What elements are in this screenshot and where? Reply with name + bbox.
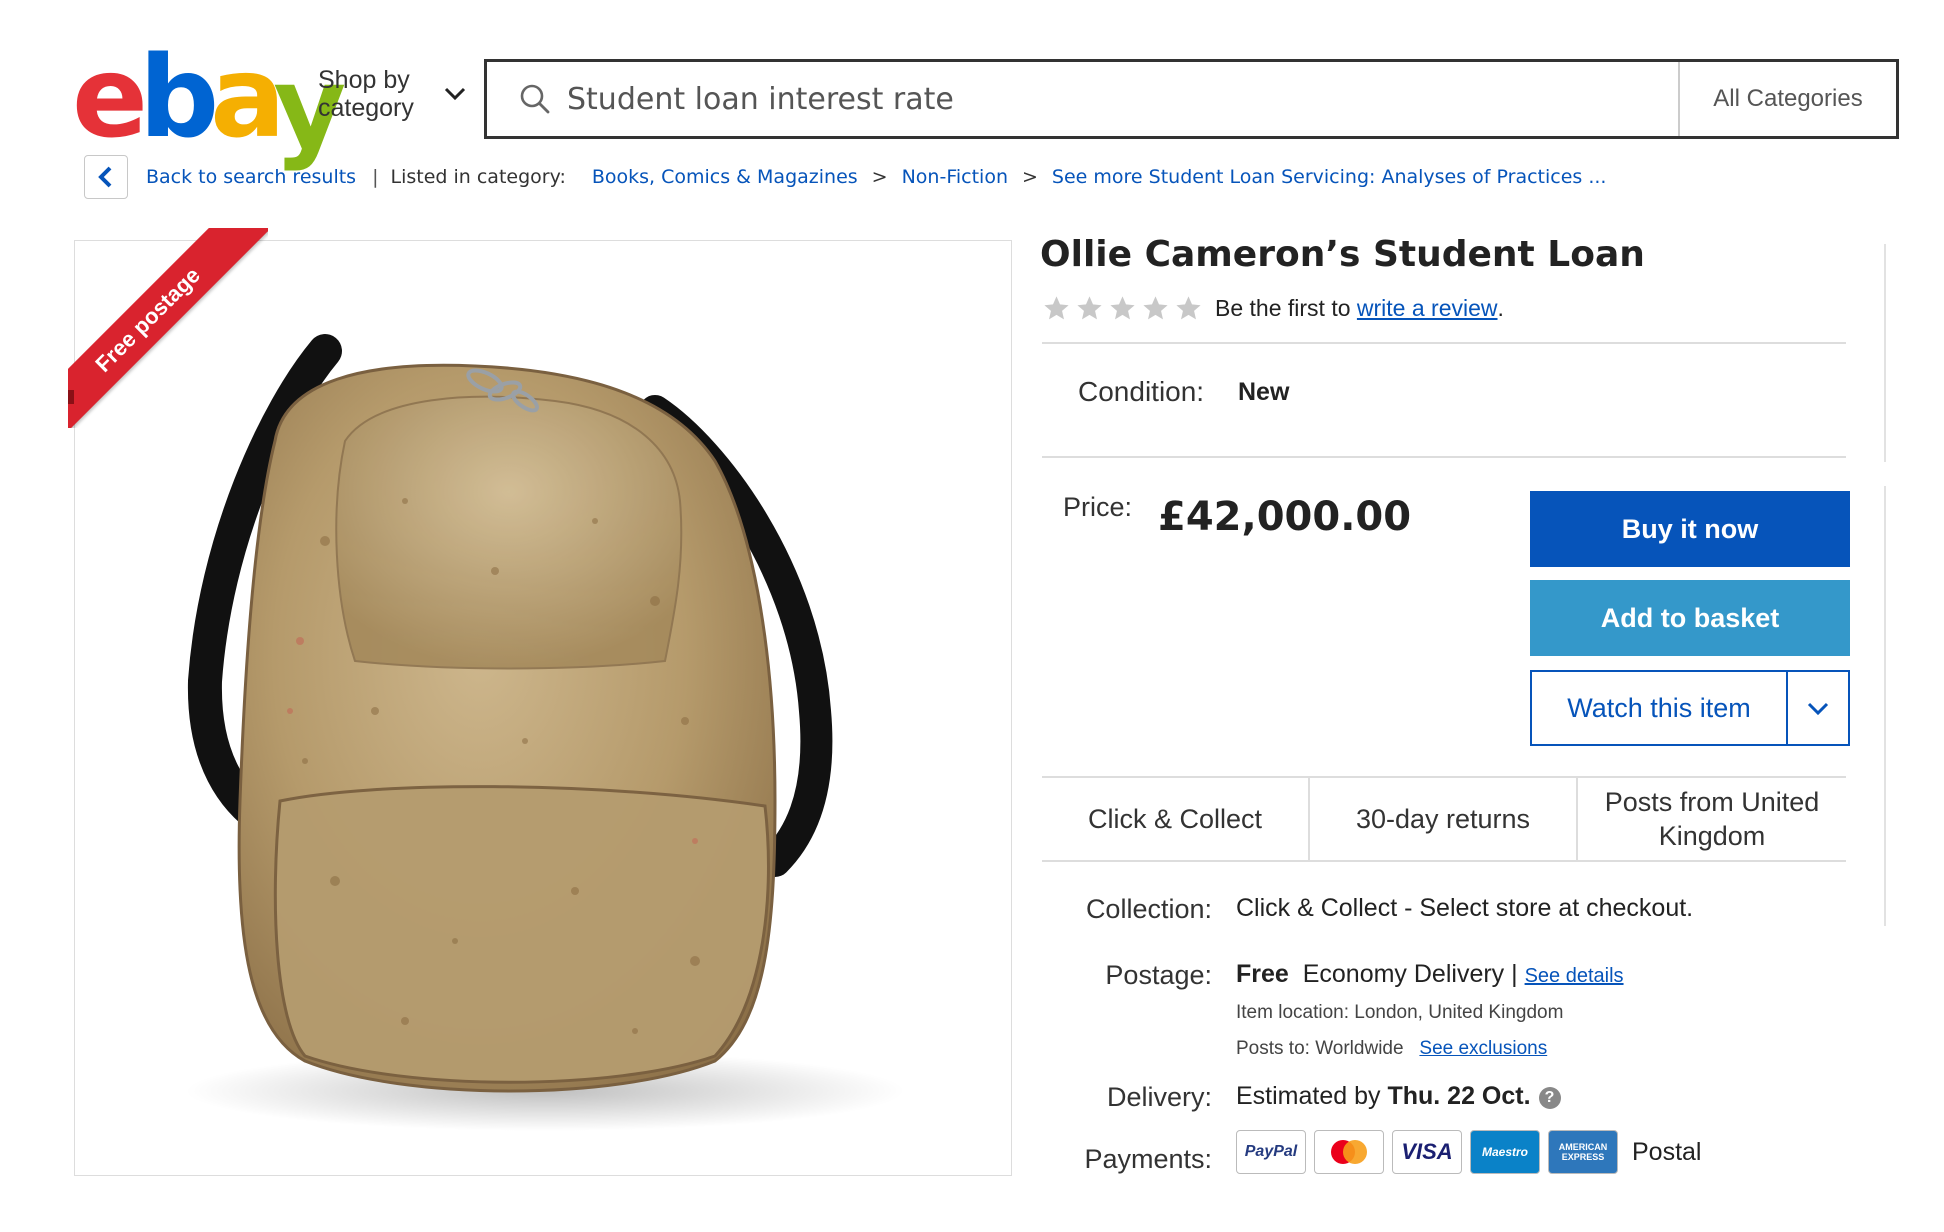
buy-it-now-button[interactable]: Buy it now bbox=[1530, 491, 1850, 567]
watch-item-control: Watch this item bbox=[1530, 670, 1850, 746]
collection-value: Click & Collect - Select store at checko… bbox=[1236, 894, 1694, 922]
breadcrumb-arrow: > bbox=[871, 166, 888, 188]
postage-value: Free Economy Delivery | See details bbox=[1236, 960, 1624, 989]
delivery-date: Thu. 22 Oct. bbox=[1387, 1082, 1531, 1110]
back-to-search-link[interactable]: Back to search results bbox=[146, 166, 356, 188]
shop-by-category-label: Shop by category bbox=[318, 66, 414, 122]
condition-value: New bbox=[1238, 378, 1290, 406]
star-icon bbox=[1044, 296, 1069, 320]
visa-icon: VISA bbox=[1392, 1130, 1462, 1174]
postal-payment: Postal bbox=[1632, 1137, 1702, 1166]
star-icon bbox=[1077, 296, 1102, 320]
add-to-basket-button[interactable]: Add to basket bbox=[1530, 580, 1850, 656]
divider bbox=[1042, 456, 1846, 458]
star-icon bbox=[1176, 296, 1201, 320]
chevron-down-icon bbox=[1807, 702, 1829, 716]
breadcrumb-nonfiction-link[interactable]: Non-Fiction bbox=[902, 166, 1008, 188]
item-location: Item location: London, United Kingdom bbox=[1236, 1002, 1564, 1023]
see-details-link[interactable]: See details bbox=[1525, 965, 1624, 987]
payments-label: Payments: bbox=[1084, 1144, 1212, 1174]
see-more-link[interactable]: See more Student Loan Servicing: Analyse… bbox=[1052, 166, 1607, 188]
rating-suffix: . bbox=[1497, 295, 1504, 321]
product-title: Ollie Cameron’s Student Loan bbox=[1040, 234, 1645, 275]
free-postage-label: Free postage bbox=[68, 228, 268, 428]
divider bbox=[1884, 486, 1886, 926]
price-value: £42,000.00 bbox=[1158, 494, 1412, 540]
postage-free: Free bbox=[1236, 960, 1289, 988]
delivery-label: Delivery: bbox=[1106, 1082, 1212, 1112]
search-bar: All Categories bbox=[484, 59, 1899, 139]
star-icon bbox=[1143, 296, 1168, 320]
shop-by-category-button[interactable]: Shop by category bbox=[318, 66, 468, 122]
condition-label: Condition: bbox=[1078, 376, 1205, 407]
breadcrumb: Back to search results | Listed in categ… bbox=[84, 154, 1606, 200]
help-icon[interactable]: ? bbox=[1538, 1087, 1561, 1109]
breadcrumb-arrow: > bbox=[1022, 166, 1038, 188]
watch-dropdown-button[interactable] bbox=[1786, 672, 1848, 744]
delivery-prefix: Estimated by bbox=[1236, 1082, 1381, 1110]
delivery-value: Estimated by Thu. 22 Oct.? bbox=[1236, 1082, 1561, 1111]
chevron-left-icon bbox=[98, 166, 112, 188]
paypal-icon: PayPal bbox=[1236, 1130, 1306, 1174]
chevron-down-icon bbox=[444, 87, 466, 101]
breadcrumb-books-link[interactable]: Books, Comics & Magazines bbox=[592, 166, 858, 188]
maestro-icon: Maestro bbox=[1470, 1130, 1540, 1174]
ebay-logo[interactable]: ebay bbox=[72, 42, 346, 164]
postage-separator: | bbox=[1511, 960, 1518, 988]
posts-to-row: Posts to: Worldwide See exclusions bbox=[1236, 1038, 1547, 1060]
price-label: Price: bbox=[1063, 492, 1133, 522]
listed-in-label: Listed in category: bbox=[390, 166, 566, 188]
divider bbox=[1884, 244, 1886, 462]
star-rating bbox=[1042, 294, 1203, 323]
feature-posts-from: Posts from United Kingdom bbox=[1604, 787, 1820, 851]
posts-to: Posts to: Worldwide bbox=[1236, 1038, 1404, 1059]
feature-strip: Click & Collect 30-day returns Posts fro… bbox=[1042, 776, 1846, 862]
rating-prefix: Be the first to bbox=[1215, 295, 1351, 321]
divider bbox=[1042, 342, 1846, 344]
rating-row: Be the first to write a review. bbox=[1042, 294, 1504, 323]
postage-label: Postage: bbox=[1105, 960, 1212, 990]
watch-item-button[interactable]: Watch this item bbox=[1532, 672, 1786, 744]
feature-returns: 30-day returns bbox=[1310, 778, 1578, 860]
mastercard-icon bbox=[1314, 1130, 1384, 1174]
search-icon bbox=[520, 84, 550, 114]
ribbon-tail bbox=[68, 390, 74, 404]
amex-icon: AMERICAN EXPRESS bbox=[1548, 1130, 1618, 1174]
free-postage-ribbon: Free postage bbox=[68, 228, 268, 428]
star-icon bbox=[1110, 296, 1135, 320]
see-exclusions-link[interactable]: See exclusions bbox=[1419, 1038, 1547, 1059]
search-input[interactable] bbox=[567, 62, 1678, 136]
feature-click-collect: Click & Collect bbox=[1042, 778, 1310, 860]
category-select[interactable]: All Categories bbox=[1678, 62, 1896, 136]
collection-label: Collection: bbox=[1085, 894, 1212, 924]
postage-service: Economy Delivery bbox=[1302, 960, 1505, 988]
breadcrumb-separator: | bbox=[372, 166, 379, 188]
write-review-link[interactable]: write a review bbox=[1357, 295, 1498, 322]
payment-methods: PayPal VISA Maestro AMERICAN EXPRESS Pos… bbox=[1236, 1130, 1701, 1174]
back-button[interactable] bbox=[84, 155, 128, 199]
